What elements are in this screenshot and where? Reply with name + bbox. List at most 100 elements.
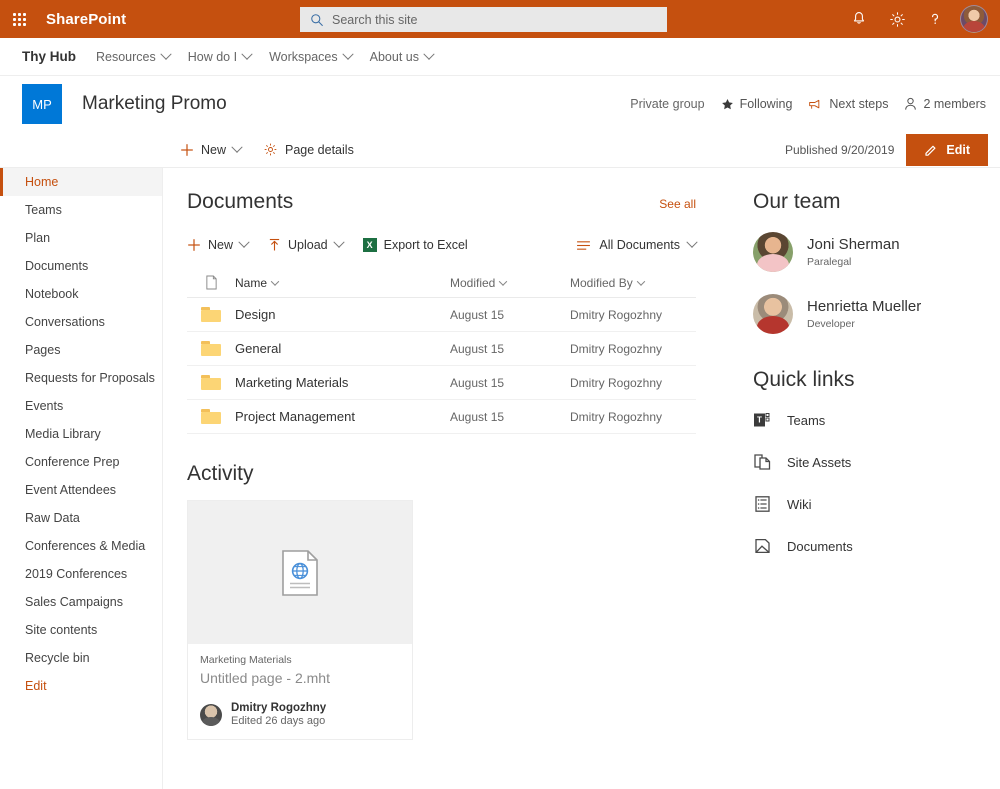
upload-icon — [268, 238, 281, 252]
quick-link-teams[interactable]: T Teams — [753, 410, 1000, 430]
app-launcher-button[interactable] — [0, 0, 38, 38]
excel-icon: X — [362, 238, 377, 252]
sidebar-item-2019-conferences[interactable]: 2019 Conferences — [0, 560, 162, 588]
site-logo[interactable]: MP — [22, 84, 62, 124]
folder-icon — [187, 375, 235, 390]
published-status: Published 9/20/2019 — [784, 142, 895, 157]
list-item[interactable]: Henrietta Mueller Developer — [753, 294, 1000, 334]
sidebar-item-conferences-and-media[interactable]: Conferences & Media — [0, 532, 162, 560]
sidebar-item-sales-campaigns[interactable]: Sales Campaigns — [0, 588, 162, 616]
folder-icon — [187, 409, 235, 424]
row-modified-by: Dmitry Rogozhny — [570, 409, 663, 424]
sidebar-item-raw-data[interactable]: Raw Data — [0, 504, 162, 532]
search-input[interactable]: Search this site — [300, 7, 667, 32]
list-item[interactable]: Joni Sherman Paralegal — [753, 232, 1000, 272]
sidebar-item-label: Media Library — [25, 427, 101, 441]
sidebar-item-label: Requests for Proposals — [25, 371, 155, 385]
our-team-title: Our team — [753, 190, 841, 213]
user-avatar[interactable] — [960, 5, 988, 33]
sidebar-item-label: Teams — [25, 203, 62, 217]
row-name: Design — [235, 307, 276, 322]
hub-nav-item-workspaces[interactable]: Workspaces — [269, 48, 354, 64]
table-row[interactable]: Design August 15 Dmitry Rogozhny — [187, 298, 696, 332]
person-icon — [904, 97, 917, 111]
see-all-link[interactable]: See all — [659, 197, 708, 211]
site-title[interactable]: Marketing Promo — [82, 93, 227, 115]
chevron-down-icon — [241, 48, 253, 60]
modified-by-column-header[interactable]: Modified By — [570, 276, 696, 290]
plus-icon — [180, 143, 194, 157]
bell-icon[interactable] — [842, 0, 876, 38]
suite-bar: SharePoint Search this site — [0, 0, 1000, 38]
table-row[interactable]: Project Management August 15 Dmitry Rogo… — [187, 400, 696, 434]
sidebar-item-plan[interactable]: Plan — [0, 224, 162, 252]
activity-filename: Untitled page - 2.mht — [200, 670, 330, 686]
sidebar-item-label: Site contents — [25, 623, 98, 637]
team-member-role: Paralegal — [807, 256, 852, 268]
page-details-button[interactable]: Page details — [263, 142, 354, 157]
export-to-excel-label: Export to Excel — [383, 238, 468, 252]
new-page-button[interactable]: New — [180, 141, 243, 157]
members-label: 2 members — [923, 97, 986, 111]
activity-author: Dmitry Rogozhny Edited 26 days ago — [200, 702, 400, 727]
sidebar-item-label: Conference Prep — [25, 455, 120, 469]
help-icon[interactable] — [918, 0, 952, 38]
next-steps-button[interactable]: Next steps — [808, 97, 888, 111]
chevron-down-icon — [332, 236, 345, 248]
sidebar-item-teams[interactable]: Teams — [0, 196, 162, 224]
hub-nav-item-about-us[interactable]: About us — [370, 48, 435, 64]
hub-nav-item-resources[interactable]: Resources — [96, 48, 172, 64]
star-icon — [721, 98, 734, 111]
name-column-label: Name — [235, 275, 268, 290]
documents-view-selector[interactable]: All Documents — [576, 236, 698, 252]
activity-author-name: Dmitry Rogozhny — [231, 702, 327, 714]
sidebar-item-pages[interactable]: Pages — [0, 336, 162, 364]
chevron-down-icon — [238, 236, 250, 248]
quick-link-site-assets[interactable]: Site Assets — [753, 452, 1000, 472]
activity-card[interactable]: Marketing Materials Untitled page - 2.mh… — [187, 500, 413, 740]
sidebar-item-events[interactable]: Events — [0, 392, 162, 420]
quick-link-wiki[interactable]: Wiki — [753, 494, 1000, 514]
modified-column-header[interactable]: Modified — [450, 276, 570, 290]
sidebar-item-label: 2019 Conferences — [25, 567, 128, 581]
sidebar-item-conversations[interactable]: Conversations — [0, 308, 162, 336]
name-column-header[interactable]: Name — [235, 276, 450, 290]
suite-brand[interactable]: SharePoint — [46, 11, 126, 28]
activity-thumbnail — [188, 501, 412, 644]
modified-column-label: Modified — [450, 275, 496, 290]
table-row[interactable]: Marketing Materials August 15 Dmitry Rog… — [187, 366, 696, 400]
sidebar-item-recycle-bin[interactable]: Recycle bin — [0, 644, 162, 672]
sidebar-edit-link[interactable]: Edit — [0, 672, 162, 700]
sidebar-item-requests-for-proposals[interactable]: Requests for Proposals — [0, 364, 162, 392]
sidebar-item-event-attendees[interactable]: Event Attendees — [0, 476, 162, 504]
documents-new-button[interactable]: New — [187, 236, 250, 252]
documents-upload-button[interactable]: Upload — [268, 236, 345, 252]
sidebar-item-conference-prep[interactable]: Conference Prep — [0, 448, 162, 476]
avatar — [200, 703, 222, 726]
avatar — [753, 294, 793, 334]
members-button[interactable]: 2 members — [904, 97, 986, 111]
edit-button[interactable]: Edit — [906, 133, 988, 166]
export-to-excel-button[interactable]: X Export to Excel — [362, 238, 468, 252]
sidebar-item-label: Recycle bin — [25, 651, 90, 665]
side-column: Our team Joni Sherman Paralegal Henriett… — [708, 190, 1000, 789]
chevron-down-icon — [499, 276, 508, 286]
hub-nav-label: Workspaces — [269, 49, 338, 64]
hub-nav-item-how-do-i[interactable]: How do I — [188, 48, 253, 64]
sidebar-item-site-contents[interactable]: Site contents — [0, 616, 162, 644]
sidebar-item-media-library[interactable]: Media Library — [0, 420, 162, 448]
sidebar-item-notebook[interactable]: Notebook — [0, 280, 162, 308]
quick-link-documents[interactable]: Documents — [753, 536, 1000, 556]
table-row[interactable]: General August 15 Dmitry Rogozhny — [187, 332, 696, 366]
gear-icon — [263, 142, 278, 157]
sidebar-item-home[interactable]: Home — [0, 168, 162, 196]
app-launcher-icon — [12, 12, 26, 26]
following-button[interactable]: Following — [721, 97, 792, 111]
activity-location: Marketing Materials — [200, 654, 292, 666]
sidebar-item-label: Pages — [25, 343, 61, 357]
sidebar-item-label: Conversations — [25, 315, 105, 329]
file-type-column-header[interactable] — [187, 275, 235, 290]
gear-icon[interactable] — [880, 0, 914, 38]
hub-title[interactable]: Thy Hub — [22, 49, 76, 64]
sidebar-item-documents[interactable]: Documents — [0, 252, 162, 280]
